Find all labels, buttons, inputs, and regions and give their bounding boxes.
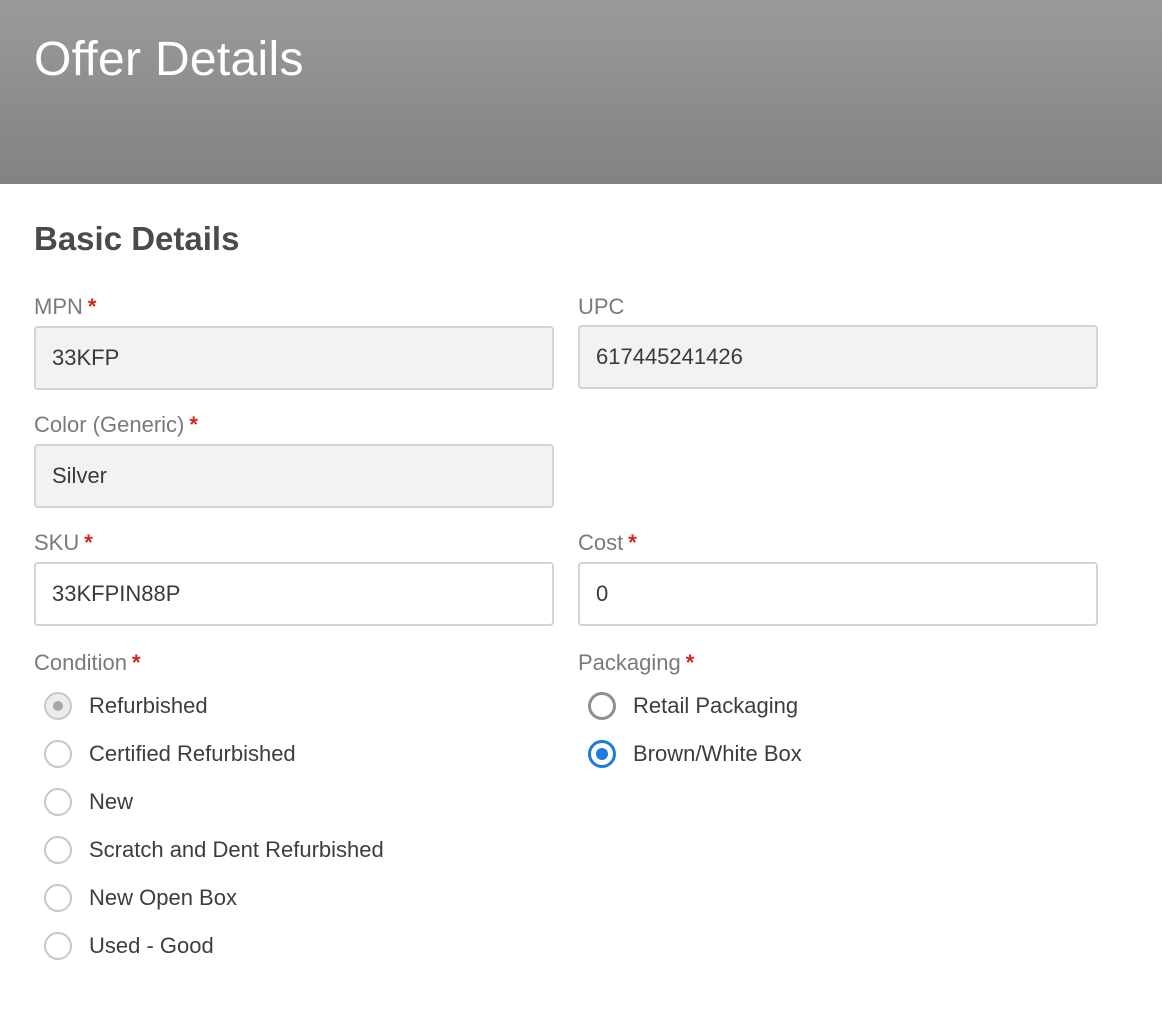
packaging-option-brown-white-box[interactable]: Brown/White Box bbox=[588, 737, 802, 771]
condition-option-new-open-box[interactable]: New Open Box bbox=[44, 881, 237, 915]
required-marker: * bbox=[685, 650, 695, 675]
condition-option-used-good[interactable]: Used - Good bbox=[44, 929, 214, 963]
cost-input[interactable]: 0 bbox=[578, 562, 1098, 626]
upc-label: UPC bbox=[578, 294, 624, 320]
radio-scratch-and-dent[interactable] bbox=[44, 836, 72, 864]
section-title: Basic Details bbox=[34, 220, 240, 257]
packaging-label-text: Packaging bbox=[578, 650, 681, 675]
sku-label: SKU * bbox=[34, 530, 93, 556]
condition-option-new[interactable]: New bbox=[44, 785, 133, 819]
radio-label[interactable]: Used - Good bbox=[89, 933, 214, 959]
radio-used-good[interactable] bbox=[44, 932, 72, 960]
radio-label[interactable]: Certified Refurbished bbox=[89, 741, 296, 767]
mpn-label: MPN * bbox=[34, 294, 96, 320]
radio-certified-refurbished[interactable] bbox=[44, 740, 72, 768]
condition-option-refurbished: Refurbished bbox=[44, 689, 208, 723]
radio-brown-white-box[interactable] bbox=[588, 740, 616, 768]
packaging-label: Packaging * bbox=[578, 650, 694, 676]
radio-label[interactable]: New Open Box bbox=[89, 885, 237, 911]
condition-label-text: Condition bbox=[34, 650, 127, 675]
required-marker: * bbox=[189, 412, 198, 437]
upc-field: 617445241426 bbox=[578, 325, 1098, 389]
condition-option-scratch-and-dent[interactable]: Scratch and Dent Refurbished bbox=[44, 833, 384, 867]
radio-label[interactable]: New bbox=[89, 789, 133, 815]
color-label: Color (Generic) * bbox=[34, 412, 198, 438]
required-marker: * bbox=[131, 650, 141, 675]
page-title: Offer Details bbox=[34, 33, 304, 86]
upc-label-text: UPC bbox=[578, 294, 625, 319]
cost-label-text: Cost bbox=[578, 530, 624, 555]
mpn-label-text: MPN bbox=[34, 294, 83, 319]
required-marker: * bbox=[87, 294, 97, 319]
packaging-option-retail[interactable]: Retail Packaging bbox=[588, 689, 798, 723]
sku-input[interactable]: 33KFPIN88P bbox=[34, 562, 554, 626]
radio-new[interactable] bbox=[44, 788, 72, 816]
radio-label[interactable]: Brown/White Box bbox=[633, 741, 802, 767]
required-marker: * bbox=[628, 530, 637, 555]
radio-retail-packaging[interactable] bbox=[588, 692, 616, 720]
condition-label: Condition * bbox=[34, 650, 141, 676]
radio-label: Refurbished bbox=[89, 693, 208, 718]
color-field: Silver bbox=[34, 444, 554, 508]
radio-refurbished bbox=[44, 692, 72, 720]
color-label-text: Color (Generic) bbox=[34, 412, 185, 437]
sku-label-text: SKU bbox=[34, 530, 80, 555]
radio-label[interactable]: Scratch and Dent Refurbished bbox=[89, 837, 384, 863]
required-marker: * bbox=[84, 530, 93, 555]
radio-new-open-box[interactable] bbox=[44, 884, 72, 912]
cost-label: Cost * bbox=[578, 530, 637, 556]
page-header: Offer Details bbox=[0, 0, 1162, 184]
mpn-field: 33KFP bbox=[34, 326, 554, 390]
condition-option-certified-refurbished[interactable]: Certified Refurbished bbox=[44, 737, 296, 771]
radio-label[interactable]: Retail Packaging bbox=[633, 693, 798, 719]
